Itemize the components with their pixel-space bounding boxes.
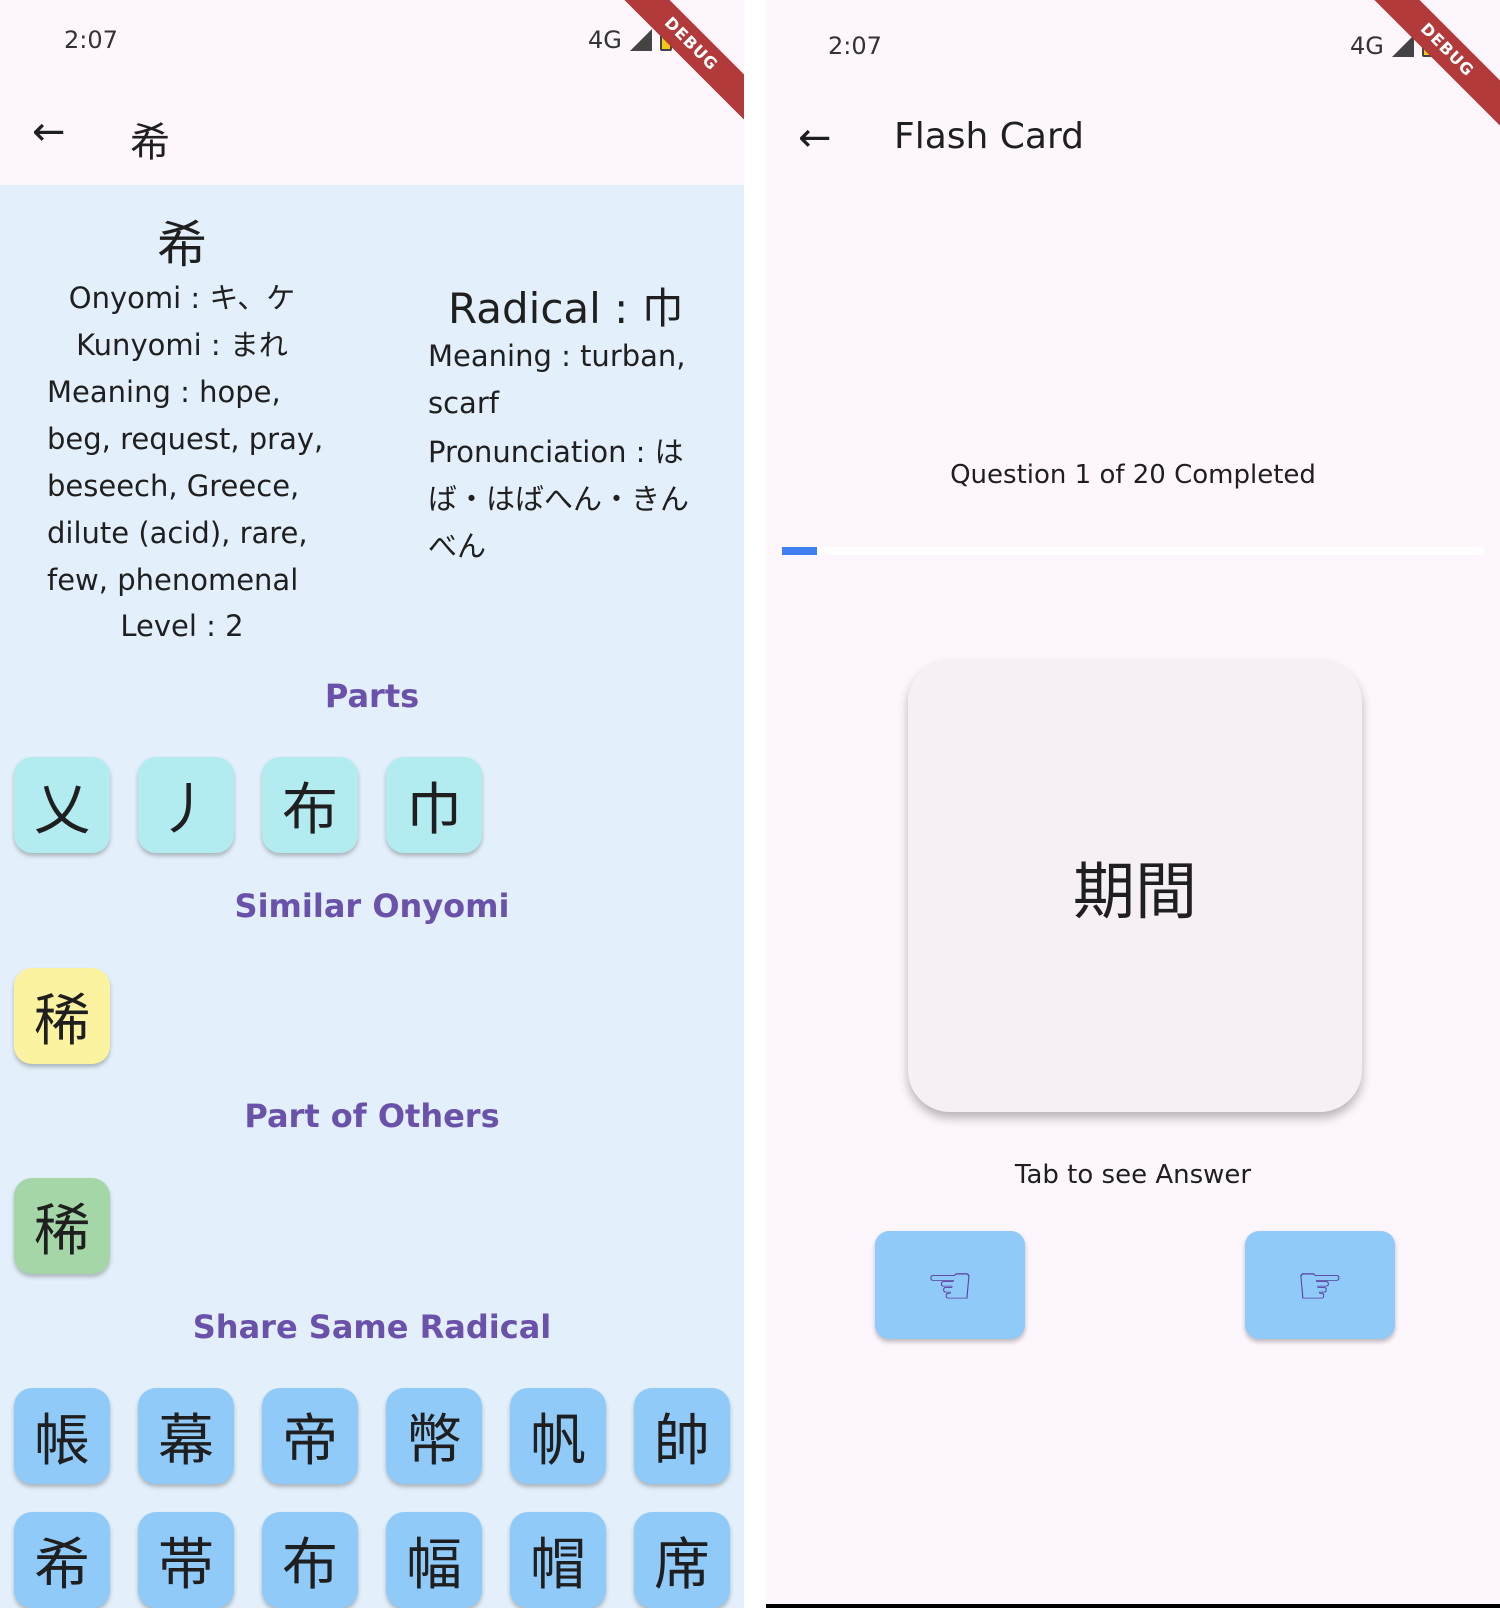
flash-card[interactable]: 期間 (908, 660, 1362, 1112)
part-tile[interactable]: 乂 (14, 757, 110, 853)
kanji-detail-panel: 希 Onyomi : キ、ケ Kunyomi : まれ Meaning : ho… (0, 185, 744, 1608)
part-of-others-list: 稀 (14, 1178, 110, 1274)
kanji-detail-screen: 2:07 4G DEBUG ← 希 希 Onyomi : キ、ケ Kunyomi… (0, 0, 744, 1608)
page-title: 希 (130, 120, 170, 166)
same-radical-tile[interactable]: 帝 (262, 1388, 358, 1484)
bottom-divider (766, 1604, 1500, 1608)
part-tile[interactable]: 布 (262, 757, 358, 853)
similar-onyomi-list: 稀 (14, 968, 110, 1064)
progress-label: Question 1 of 20 Completed (950, 460, 1316, 490)
section-share-same-radical: Share Same Radical (192, 1308, 552, 1346)
kunyomi: Kunyomi : まれ (76, 328, 288, 362)
radical-pronunciation: Pronunciation : はば・はばへん・きんべん (428, 435, 690, 563)
same-radical-tile[interactable]: 席 (634, 1512, 730, 1608)
status-time: 2:07 (828, 32, 882, 60)
same-radical-tile[interactable]: 幅 (386, 1512, 482, 1608)
app-bar: ← Flash Card (766, 88, 1500, 188)
flash-card-screen: 2:07 4G DEBUG ← Flash Card Question 1 of… (766, 0, 1500, 1608)
app-bar: ← 希 (0, 84, 744, 184)
same-radical-tile[interactable]: 帯 (138, 1512, 234, 1608)
page-title: Flash Card (894, 116, 1085, 157)
same-radical-tile[interactable]: 帳 (14, 1388, 110, 1484)
section-part-of-others: Part of Others (244, 1097, 500, 1135)
level: Level : 2 (120, 609, 244, 643)
status-time: 2:07 (64, 26, 118, 54)
same-radical-tile[interactable]: 希 (14, 1512, 110, 1608)
section-parts: Parts (324, 677, 420, 715)
network-label: 4G (1350, 32, 1384, 60)
similar-onyomi-tile[interactable]: 稀 (14, 968, 110, 1064)
network-label: 4G (588, 26, 622, 54)
parts-list: 乂 丿 布 巾 (14, 757, 482, 853)
status-bar: 2:07 4G DEBUG (0, 0, 744, 130)
status-bar: 2:07 4G DEBUG (766, 0, 1500, 136)
same-radical-tile[interactable]: 幕 (138, 1388, 234, 1484)
progress-fill (782, 547, 818, 555)
same-radical-tile[interactable]: 布 (262, 1512, 358, 1608)
hand-pointing-right-icon: ☞ (1295, 1253, 1345, 1317)
back-arrow-icon[interactable]: ← (32, 112, 66, 152)
progress-bar (782, 547, 1484, 555)
part-tile[interactable]: 丿 (138, 757, 234, 853)
back-arrow-icon[interactable]: ← (798, 118, 832, 158)
onyomi: Onyomi : キ、ケ (68, 281, 296, 315)
part-of-others-tile[interactable]: 稀 (14, 1178, 110, 1274)
hand-pointing-left-icon: ☜ (925, 1253, 975, 1317)
same-radical-row-2: 希 帯 布 幅 帽 席 (14, 1512, 730, 1608)
radical-meaning: Meaning : turban, scarf (428, 339, 686, 420)
same-radical-row-1: 帳 幕 帝 幣 帆 帥 (14, 1388, 730, 1484)
next-button[interactable]: ☞ (1245, 1231, 1395, 1339)
same-radical-tile[interactable]: 帽 (510, 1512, 606, 1608)
same-radical-tile[interactable]: 帥 (634, 1388, 730, 1484)
signal-icon (1391, 35, 1414, 57)
previous-button[interactable]: ☜ (875, 1231, 1025, 1339)
part-tile[interactable]: 巾 (386, 757, 482, 853)
kanji-character: 希 (157, 216, 207, 274)
same-radical-tile[interactable]: 帆 (510, 1388, 606, 1484)
answer-hint: Tab to see Answer (1014, 1160, 1252, 1190)
radical-title: Radical : 巾 (448, 284, 684, 333)
section-similar-onyomi: Similar Onyomi (234, 887, 510, 925)
same-radical-tile[interactable]: 幣 (386, 1388, 482, 1484)
meaning: Meaning : hope, beg, request, pray, bese… (47, 375, 324, 597)
signal-icon (629, 29, 652, 51)
